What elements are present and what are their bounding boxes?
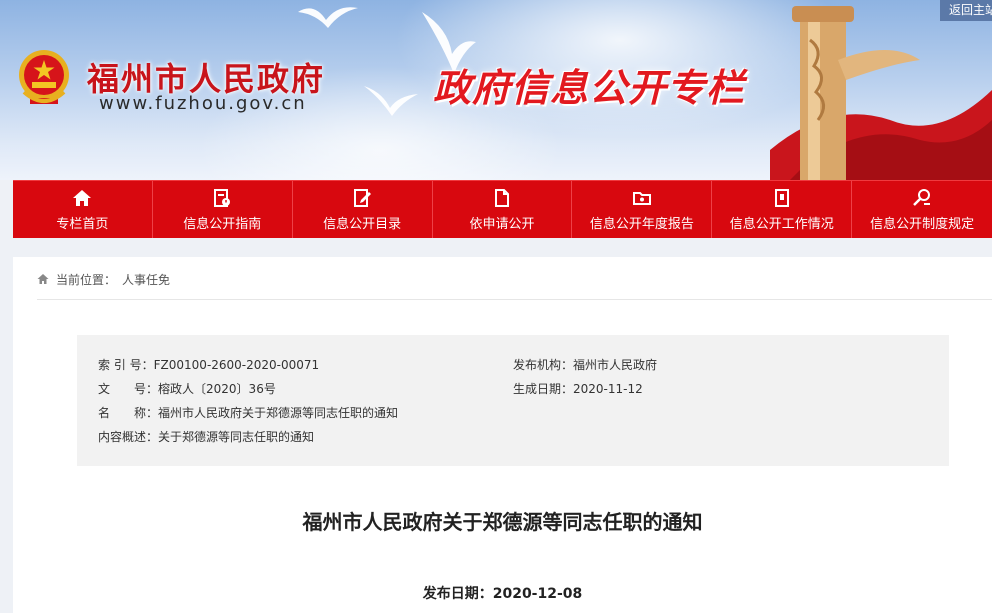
column-title: 政府信息公开专栏 (433, 66, 746, 110)
nav-item-label: 信息公开年度报告 (589, 216, 694, 232)
meta-name-value: 福州市人民政府关于郑德源等同志任职的通知 (158, 406, 399, 420)
nav-item-apply[interactable]: 依申请公开 (433, 181, 573, 238)
nav-item-label: 依申请公开 (469, 216, 535, 232)
nav-item-label: 信息公开工作情况 (729, 216, 834, 232)
guide-icon (214, 188, 231, 207)
nav-item-catalog[interactable]: 信息公开目录 (293, 181, 433, 238)
meta-created-label: 生成日期： (513, 382, 574, 396)
pubdate-value: 2020-12-08 (492, 586, 583, 602)
meta-created: 生成日期：2020-11-12 (513, 380, 643, 397)
breadcrumb: 当前位置： 人事任免 (37, 271, 170, 287)
article-title: 福州市人民政府关于郑德源等同志任职的通知 (302, 510, 703, 534)
main-nav: 专栏首页 信息公开指南 信息公开目录 依申请公开 信息公开年度报告 信息公开工作… (13, 180, 992, 238)
meta-created-value: 2020-11-12 (573, 382, 643, 396)
meta-summary: 内容概述：关于郑德源等同志任职的通知 (98, 428, 314, 445)
breadcrumb-current[interactable]: 人事任免 (122, 271, 170, 288)
nav-item-label: 信息公开指南 (183, 216, 262, 232)
meta-summary-label: 内容概述： (98, 430, 159, 444)
meta-summary-value: 关于郑德源等同志任职的通知 (158, 430, 315, 444)
meta-index: 索 引 号：FZ00100-2600-2020-00071 (98, 356, 319, 373)
meta-doc-no: 文 号：榕政人〔2020〕36号 (98, 380, 276, 397)
meta-name: 名 称：福州市人民政府关于郑德源等同志任职的通知 (98, 404, 398, 421)
seagull-decoration-icon (298, 7, 358, 28)
nav-item-guide[interactable]: 信息公开指南 (153, 181, 293, 238)
seagull-decoration-icon (364, 86, 418, 116)
document-metadata: 索 引 号：FZ00100-2600-2020-00071 发布机构：福州市人民… (77, 335, 949, 466)
meta-name-label: 名 称： (98, 406, 159, 420)
meta-doc-no-label: 文 号： (98, 382, 159, 396)
meta-index-value: FZ00100-2600-2020-00071 (153, 358, 320, 372)
pubdate-label: 发布日期： (422, 586, 493, 602)
nav-item-label: 专栏首页 (56, 216, 109, 232)
national-emblem-icon (19, 50, 69, 104)
back-home-link[interactable]: 返回主站 (940, 0, 992, 21)
header-banner: 福州市人民政府 www.fuzhou.gov.cn 政府信息公开专栏 返回主站 (0, 0, 992, 180)
meta-publisher-label: 发布机构： (513, 358, 574, 372)
report-icon (774, 188, 789, 207)
article-pubdate: 发布日期：2020-12-08 (13, 583, 992, 603)
meta-index-label: 索 引 号： (98, 358, 154, 372)
nav-item-work-status[interactable]: 信息公开工作情况 (712, 181, 853, 238)
breadcrumb-divider (37, 299, 992, 300)
nav-item-regulations[interactable]: 信息公开制度规定 (852, 181, 992, 238)
meta-doc-no-value: 榕政人〔2020〕36号 (158, 382, 276, 396)
nav-item-label: 信息公开目录 (323, 216, 402, 232)
site-url: www.fuzhou.gov.cn (99, 93, 307, 114)
huabiao-pillar-decoration-icon (770, 6, 992, 180)
content-card: 当前位置： 人事任免 索 引 号：FZ00100-2600-2020-00071… (13, 257, 992, 613)
document-icon (495, 188, 509, 207)
breadcrumb-label: 当前位置： (56, 272, 117, 287)
meta-publisher-value: 福州市人民政府 (573, 358, 658, 372)
meta-publisher: 发布机构：福州市人民政府 (513, 356, 657, 373)
search-regulation-icon (913, 188, 931, 206)
nav-item-home[interactable]: 专栏首页 (13, 181, 153, 238)
folder-icon (632, 191, 651, 205)
catalog-icon (354, 188, 372, 207)
nav-item-annual-report[interactable]: 信息公开年度报告 (572, 181, 713, 238)
home-icon (73, 189, 92, 206)
breadcrumb-home-icon (37, 274, 49, 284)
nav-item-label: 信息公开制度规定 (870, 216, 975, 232)
